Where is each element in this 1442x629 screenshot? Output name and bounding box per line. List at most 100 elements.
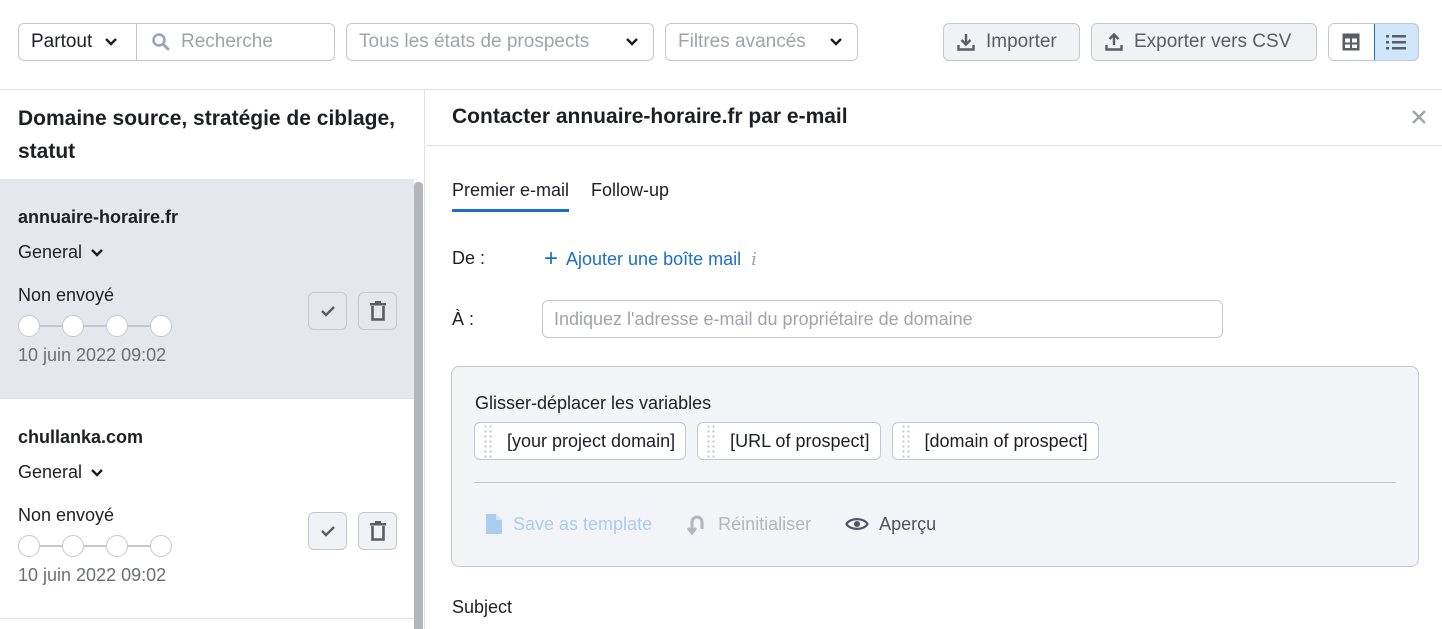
check-icon bbox=[320, 526, 335, 537]
prospects-panel-title: Domaine source, stratégie de ciblage, st… bbox=[18, 107, 395, 163]
plus-icon: + bbox=[544, 245, 559, 272]
table-icon bbox=[1342, 33, 1360, 51]
advanced-filters-select[interactable]: Filtres avancés bbox=[665, 23, 858, 61]
variable-chip-label: [domain of prospect] bbox=[924, 430, 1088, 451]
tab-follow-up[interactable]: Follow-up bbox=[591, 180, 669, 212]
download-icon bbox=[957, 34, 975, 51]
step-circle bbox=[18, 535, 40, 557]
variable-chip[interactable]: [your project domain] bbox=[474, 422, 687, 460]
step-circle bbox=[18, 315, 40, 337]
chevron-down-icon bbox=[626, 38, 638, 46]
progress-steps bbox=[18, 535, 172, 557]
step-circle bbox=[106, 535, 128, 557]
prospect-status: Non envoyé bbox=[18, 285, 115, 305]
close-button[interactable] bbox=[1408, 106, 1430, 128]
mark-done-button[interactable] bbox=[308, 512, 347, 550]
check-icon bbox=[320, 306, 335, 317]
strategy-select[interactable]: General bbox=[18, 242, 104, 263]
strategy-select[interactable]: General bbox=[18, 462, 104, 483]
step-circle bbox=[62, 535, 84, 557]
drag-handle-icon[interactable] bbox=[706, 424, 717, 458]
chevron-down-icon bbox=[91, 248, 103, 257]
scope-select-value: Partout bbox=[31, 31, 93, 52]
trash-icon bbox=[369, 301, 386, 321]
variable-chip-label: [URL of prospect] bbox=[730, 430, 870, 451]
delete-button[interactable] bbox=[358, 512, 397, 550]
search-input[interactable]: Recherche bbox=[137, 24, 334, 60]
chevron-down-icon bbox=[105, 38, 118, 46]
trash-icon bbox=[369, 521, 386, 541]
scope-select[interactable]: Partout bbox=[19, 24, 137, 60]
variables-title: Glisser-déplacer les variables bbox=[475, 393, 712, 413]
drag-handle-icon[interactable] bbox=[900, 424, 911, 458]
variable-chips: [your project domain] [URL of prospect] … bbox=[474, 422, 1110, 460]
export-csv-label: Exporter vers CSV bbox=[1134, 31, 1292, 52]
variable-chip-label: [your project domain] bbox=[507, 430, 676, 451]
drag-handle-icon[interactable] bbox=[483, 424, 493, 458]
table-view-button[interactable] bbox=[1329, 24, 1374, 60]
prospect-states-select[interactable]: Tous les états de prospects bbox=[346, 23, 654, 61]
advanced-filters-value: Filtres avancés bbox=[678, 31, 806, 52]
step-connector bbox=[84, 545, 106, 547]
recipient-email-input[interactable] bbox=[542, 300, 1223, 338]
undo-icon bbox=[686, 515, 704, 535]
import-label: Importer bbox=[986, 31, 1057, 52]
from-label: De : bbox=[452, 248, 486, 268]
prospect-item[interactable]: chullanka.com General Non envoyé 10 juin… bbox=[0, 399, 414, 619]
to-label: À : bbox=[452, 309, 475, 329]
variable-chip[interactable]: [URL of prospect] bbox=[697, 422, 881, 460]
reset-button[interactable]: Réinitialiser bbox=[686, 513, 811, 535]
strategy-value: General bbox=[18, 462, 83, 482]
list-icon bbox=[1386, 35, 1407, 50]
progress-steps bbox=[18, 315, 172, 337]
scope-search-group: Partout Recherche bbox=[18, 23, 335, 61]
top-toolbar: Partout Recherche Tous les états de pros… bbox=[0, 0, 1442, 90]
variables-panel: Glisser-déplacer les variables [your pro… bbox=[451, 366, 1419, 567]
preview-button[interactable]: Aperçu bbox=[845, 514, 936, 535]
add-mailbox-link[interactable]: + Ajouter une boîte mail i bbox=[544, 247, 757, 271]
strategy-value: General bbox=[18, 242, 83, 262]
chevron-down-icon bbox=[91, 468, 103, 477]
prospect-domain: chullanka.com bbox=[18, 427, 144, 447]
mark-done-button[interactable] bbox=[308, 292, 347, 330]
step-circle bbox=[150, 315, 172, 337]
scrollbar[interactable] bbox=[414, 182, 423, 629]
subject-label: Subject bbox=[452, 597, 513, 617]
tab-first-email[interactable]: Premier e-mail bbox=[452, 180, 570, 212]
prospect-date: 10 juin 2022 09:02 bbox=[18, 565, 167, 585]
compose-title: Contacter annuaire-horaire.fr par e-mail bbox=[452, 105, 848, 128]
add-mailbox-label: Ajouter une boîte mail bbox=[566, 248, 742, 269]
email-tabs: Premier e-mail Follow-up bbox=[452, 180, 691, 212]
step-connector bbox=[40, 545, 62, 547]
document-icon bbox=[486, 514, 502, 534]
step-connector bbox=[128, 325, 150, 327]
delete-button[interactable] bbox=[358, 292, 397, 330]
save-as-template-label: Save as template bbox=[513, 513, 653, 534]
email-compose-panel: Contacter annuaire-horaire.fr par e-mail… bbox=[426, 90, 1442, 629]
chevron-down-icon bbox=[830, 38, 842, 46]
step-connector bbox=[84, 325, 106, 327]
prospect-states-value: Tous les états de prospects bbox=[359, 31, 590, 52]
export-csv-button[interactable]: Exporter vers CSV bbox=[1091, 23, 1317, 61]
search-icon bbox=[152, 33, 170, 51]
step-circle bbox=[150, 535, 172, 557]
prospect-status: Non envoyé bbox=[18, 505, 115, 525]
preview-label: Aperçu bbox=[879, 513, 937, 534]
compose-header: Contacter annuaire-horaire.fr par e-mail bbox=[426, 90, 1442, 146]
save-as-template-button[interactable]: Save as template bbox=[485, 513, 652, 535]
prospect-domain: annuaire-horaire.fr bbox=[18, 207, 179, 227]
step-circle bbox=[106, 315, 128, 337]
step-circle bbox=[62, 315, 84, 337]
import-button[interactable]: Importer bbox=[943, 23, 1080, 61]
step-connector bbox=[128, 545, 150, 547]
reset-label: Réinitialiser bbox=[718, 513, 812, 534]
divider bbox=[474, 482, 1396, 483]
upload-icon bbox=[1105, 32, 1123, 51]
prospect-item[interactable]: annuaire-horaire.fr General Non envoyé 1… bbox=[0, 179, 414, 399]
close-icon bbox=[1412, 110, 1426, 124]
list-view-button[interactable] bbox=[1373, 24, 1418, 60]
prospect-date: 10 juin 2022 09:02 bbox=[18, 345, 167, 365]
info-icon[interactable]: i bbox=[751, 249, 757, 270]
variable-chip[interactable]: [domain of prospect] bbox=[891, 422, 1099, 460]
search-placeholder: Recherche bbox=[181, 31, 273, 52]
